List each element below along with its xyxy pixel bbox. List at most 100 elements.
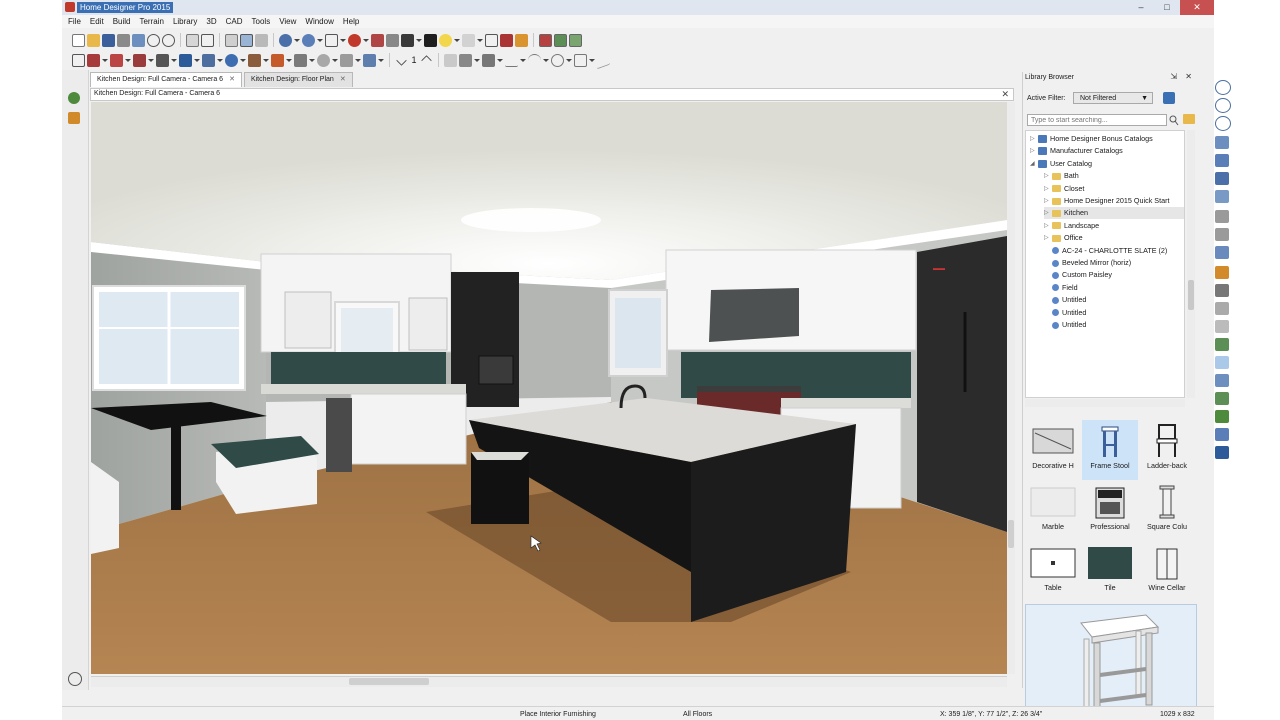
scroll-thumb[interactable] — [1188, 280, 1194, 310]
cross-icon[interactable] — [482, 53, 495, 67]
library-item[interactable]: Table — [1025, 542, 1081, 602]
terrain-icon[interactable] — [317, 53, 330, 67]
library-item[interactable]: Wine Cellar — [1139, 542, 1195, 602]
vertical-scrollbar[interactable] — [1007, 102, 1015, 674]
tree-item[interactable]: Field — [1044, 282, 1078, 294]
sun-angle-icon[interactable] — [424, 33, 437, 47]
circle-icon[interactable] — [551, 53, 564, 67]
print-icon[interactable] — [117, 33, 130, 47]
menu-cad[interactable]: CAD — [226, 15, 243, 28]
chevron-down-icon[interactable] — [566, 57, 572, 63]
maximize-button[interactable]: □ — [1154, 0, 1180, 15]
floor-down-icon[interactable] — [1215, 228, 1229, 241]
library-item[interactable]: Decorative H — [1025, 420, 1081, 480]
expand-arrow-icon[interactable]: ◢ — [1030, 158, 1035, 170]
expand-arrow-icon[interactable]: ▷ — [1044, 207, 1049, 219]
tree-horizontal-scrollbar[interactable] — [1025, 399, 1185, 407]
tree-item[interactable]: ▷ Manufacturer Catalogs — [1030, 145, 1123, 157]
spline-icon[interactable] — [597, 51, 610, 69]
grid-icon[interactable] — [1215, 356, 1229, 369]
fill-window-icon[interactable] — [1215, 136, 1229, 149]
menu-view[interactable]: View — [279, 15, 296, 28]
stairs-icon[interactable] — [179, 53, 192, 67]
layer-icon[interactable] — [1215, 266, 1229, 279]
dimension-icon[interactable] — [485, 33, 498, 47]
redo-icon[interactable] — [162, 33, 175, 47]
cabinet-icon[interactable] — [133, 53, 146, 67]
expand-arrow-icon[interactable]: ▷ — [1044, 183, 1049, 195]
zoom-icon[interactable] — [68, 672, 82, 686]
spell-check-icon[interactable] — [500, 33, 513, 47]
menu-build[interactable]: Build — [113, 15, 131, 28]
tree-item[interactable]: ▷ Closet — [1044, 183, 1084, 195]
menu-file[interactable]: File — [68, 15, 81, 28]
tree-item[interactable]: Custom Paisley — [1044, 269, 1112, 281]
menu-library[interactable]: Library — [173, 15, 197, 28]
tree-item[interactable]: Untitled — [1044, 294, 1086, 306]
library-item[interactable]: Ladder-back — [1139, 420, 1195, 480]
chevron-down-icon[interactable] — [474, 57, 480, 63]
horizontal-scrollbar[interactable] — [91, 676, 1007, 687]
electrical-icon[interactable] — [225, 53, 238, 67]
export-icon[interactable] — [132, 33, 145, 47]
chevron-down-icon[interactable] — [378, 57, 384, 63]
measure-icon[interactable] — [1215, 392, 1229, 405]
tools-palette-icon[interactable] — [1215, 446, 1229, 459]
check-icon[interactable] — [395, 54, 408, 66]
floor-up-icon[interactable] — [1215, 210, 1229, 223]
door-icon[interactable] — [87, 53, 100, 67]
render-picture-icon[interactable] — [539, 33, 552, 47]
chevron-down-icon[interactable] — [148, 57, 154, 63]
close-icon[interactable]: ✕ — [1001, 89, 1009, 100]
library-item[interactable]: Frame Stool — [1082, 420, 1138, 480]
tab-camera[interactable]: Kitchen Design: Full Camera - Camera 6 ✕ — [90, 72, 242, 87]
library-item[interactable]: Professional — [1082, 481, 1138, 541]
chevron-down-icon[interactable] — [317, 37, 323, 43]
tree-item[interactable]: ◢ User Catalog — [1030, 158, 1092, 170]
tree-item[interactable]: Untitled — [1044, 319, 1086, 331]
filter-dropdown[interactable]: Not Filtered ▼ — [1073, 92, 1153, 104]
chevron-down-icon[interactable] — [102, 57, 108, 63]
scroll-thumb[interactable] — [349, 678, 429, 685]
elevation-view-icon[interactable] — [240, 33, 253, 47]
display-options-icon[interactable] — [1215, 410, 1229, 423]
open-folder-icon[interactable] — [87, 33, 100, 47]
shape-icon[interactable] — [363, 53, 376, 67]
stairs-side-icon[interactable] — [1215, 284, 1229, 297]
line-icon[interactable] — [505, 54, 518, 67]
expand-arrow-icon[interactable]: ▷ — [1030, 145, 1035, 157]
tab-floor-plan[interactable]: Kitchen Design: Floor Plan ✕ — [243, 72, 353, 87]
pan-icon[interactable] — [1215, 154, 1229, 167]
arc-icon[interactable] — [528, 53, 541, 67]
chevron-down-icon[interactable] — [171, 57, 177, 63]
library-item[interactable]: Square Colu — [1139, 481, 1195, 541]
material-painter-icon[interactable] — [371, 33, 384, 47]
expand-arrow-icon[interactable]: ▷ — [1030, 133, 1035, 145]
menu-edit[interactable]: Edit — [90, 15, 104, 28]
menu-terrain[interactable]: Terrain — [139, 15, 163, 28]
undo-icon[interactable] — [147, 33, 160, 47]
tree-item[interactable]: ▷ Home Designer 2015 Quick Start — [1044, 195, 1169, 207]
chevron-down-icon[interactable] — [263, 57, 269, 63]
tree-item[interactable]: AC-24 - CHARLOTTE SLATE (2) — [1044, 245, 1167, 257]
tree-item[interactable]: ▷ Home Designer Bonus Catalogs — [1030, 133, 1153, 145]
pencil-draw-icon[interactable] — [444, 53, 457, 67]
chevron-down-icon[interactable] — [477, 37, 483, 43]
folder-icon[interactable] — [1183, 114, 1195, 124]
expand-arrow-icon[interactable]: ▷ — [1044, 170, 1049, 182]
window-build-icon[interactable] — [110, 53, 123, 67]
chevron-down-icon[interactable] — [194, 57, 200, 63]
close-window-button[interactable]: ✕ — [1180, 0, 1214, 15]
chevron-down-icon[interactable] — [543, 57, 549, 63]
plant-icon[interactable] — [340, 53, 353, 67]
elevation-icon[interactable] — [1215, 320, 1229, 333]
layer-set-icon[interactable] — [255, 33, 268, 47]
zoom-out-icon[interactable] — [1215, 98, 1231, 113]
select-objects-icon[interactable] — [201, 33, 214, 47]
plan-icon[interactable] — [1215, 302, 1229, 315]
section-icon[interactable] — [1215, 338, 1229, 351]
ruler-icon[interactable] — [68, 112, 80, 124]
material-ball-icon[interactable] — [348, 33, 361, 47]
menu-tools[interactable]: Tools — [252, 15, 271, 28]
adjust-lights-icon[interactable] — [462, 33, 475, 47]
